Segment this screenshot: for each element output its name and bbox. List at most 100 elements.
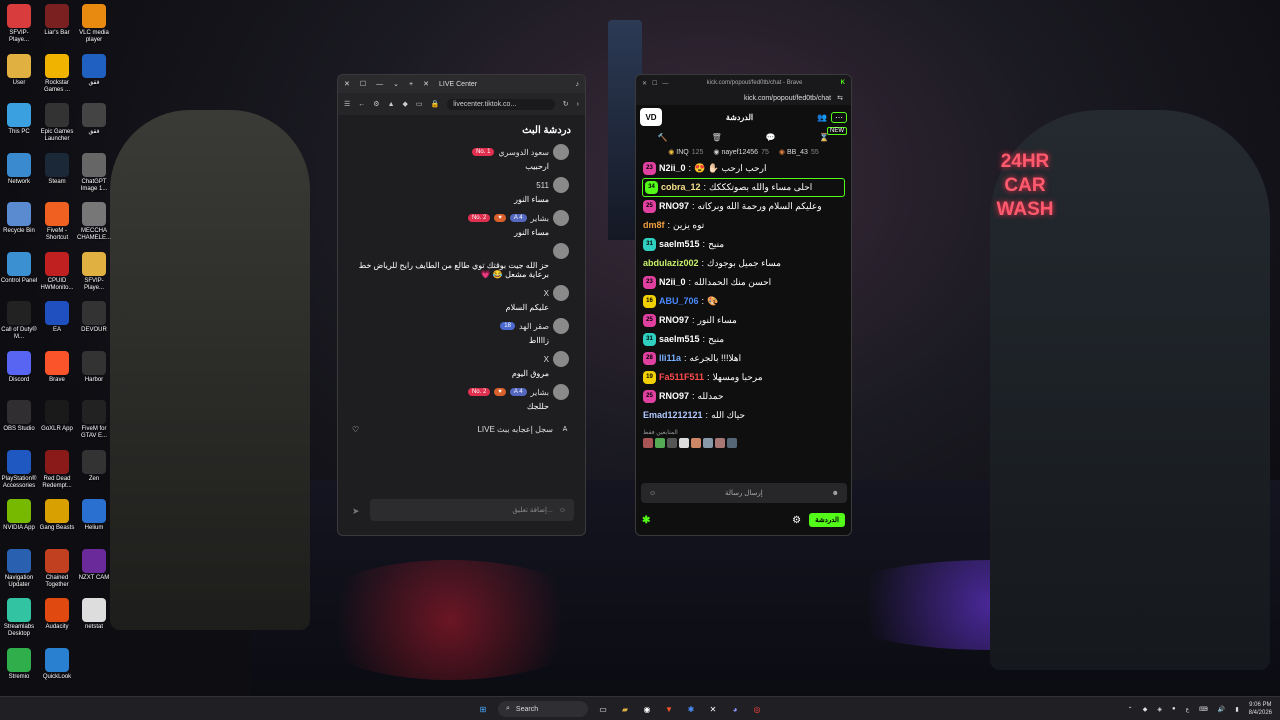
obs-taskbar-icon[interactable]: ◉ — [640, 702, 654, 716]
chat-username[interactable]: بشاير — [531, 214, 549, 223]
desktop-icon[interactable]: Navigation Updater — [0, 548, 38, 589]
avatar[interactable] — [553, 384, 569, 400]
chat-username[interactable]: ABU_706 — [659, 294, 699, 309]
chevron-up-icon[interactable]: ⌃ — [1128, 706, 1133, 713]
desktop-icon[interactable]: Harbor — [75, 350, 113, 384]
gear-icon[interactable]: ⚙ — [792, 515, 801, 526]
chat-username[interactable]: صقر الهد — [519, 322, 549, 331]
hammer-icon[interactable]: 🔨 — [658, 133, 668, 142]
reload-icon[interactable]: ↻ — [563, 100, 569, 108]
goxlr-taskbar-icon[interactable]: ✕ — [706, 702, 720, 716]
desktop-icon[interactable]: VLC media player — [75, 4, 113, 44]
desktop-icon[interactable]: ChatGPT Image 1... — [75, 152, 113, 193]
avatar[interactable] — [553, 243, 569, 259]
desktop-icon[interactable]: SFVIP-Playe... — [0, 4, 38, 44]
brave-taskbar-icon[interactable]: ▼ — [662, 702, 676, 716]
chat-send-button[interactable]: الدردشة — [809, 513, 845, 527]
send-icon[interactable]: ➤ — [352, 506, 360, 517]
desktop-icon[interactable]: ققق — [75, 53, 113, 87]
helium-taskbar-icon[interactable]: ✱ — [684, 702, 698, 716]
desktop-icon[interactable]: EA — [38, 301, 76, 334]
chat-username[interactable]: dm8f — [643, 218, 665, 233]
desktop-icon[interactable]: SFVIP-Playe... — [75, 251, 113, 292]
desktop-icon[interactable]: PlayStation® Accessories — [0, 449, 38, 490]
chat-username[interactable]: بشاير — [531, 388, 549, 397]
desktop-icon[interactable]: DEVOUR — [75, 301, 113, 334]
kick-message-input[interactable]: ☺ إرسال رسالة ☻ — [641, 483, 847, 503]
tiktok-address-bar[interactable]: livecenter.tiktok.co... — [447, 98, 555, 110]
desktop-icon[interactable]: Discord — [0, 350, 38, 384]
menu-icon[interactable]: ☰ — [344, 100, 350, 108]
share-icon[interactable]: ⇆ — [837, 94, 843, 102]
chat-username[interactable]: RNO97 — [659, 313, 689, 328]
desktop-icon[interactable]: ققق — [75, 103, 113, 136]
top-supporter[interactable]: ◉ nayef12456 75 — [713, 148, 768, 156]
chat-username[interactable]: lli11a — [659, 351, 681, 366]
users-icon[interactable]: 👥 — [817, 113, 827, 122]
more-icon[interactable]: ⋯ — [831, 111, 847, 123]
avatar[interactable] — [553, 351, 569, 367]
desktop-icon[interactable]: Brave — [38, 350, 76, 384]
desktop-icon[interactable]: Red Dead Redempt... — [38, 449, 76, 490]
desktop-icon[interactable]: NZXT CAM — [75, 548, 113, 582]
tab-live-center[interactable]: LIVE Center — [439, 81, 477, 88]
tiktok-comment-input[interactable]: إضافة تعليق... ☺ — [370, 499, 574, 521]
screen-icon[interactable]: ▭ — [416, 100, 423, 108]
tray-app-icon[interactable]: ● — [1172, 706, 1176, 712]
extension-icon[interactable]: ◆ — [403, 100, 408, 108]
tab-close-icon[interactable]: ✕ — [423, 80, 429, 88]
desktop-icon[interactable]: Call of Duty® M... — [0, 301, 38, 341]
chat-username[interactable]: 511 — [536, 181, 549, 190]
chat-username[interactable]: abdulaziz002 — [643, 256, 699, 271]
tray-app-icon[interactable]: ◆ — [1143, 706, 1148, 713]
network-icon[interactable]: ⌨ — [1199, 706, 1208, 713]
desktop-icon[interactable]: Epic Games Launcher — [38, 103, 76, 143]
desktop-icon[interactable]: Rockstar Games ... — [38, 53, 76, 94]
avatar[interactable] — [553, 318, 569, 334]
maximize-icon[interactable]: ☐ — [360, 80, 366, 88]
taskbar-search[interactable]: ⌕ Search — [498, 701, 588, 717]
close-icon[interactable]: ✕ — [344, 80, 350, 88]
desktop-icon[interactable]: NVIDIA App — [0, 499, 38, 532]
forward-icon[interactable]: › — [577, 101, 579, 108]
discord-taskbar-icon[interactable]: ◕ — [728, 702, 742, 716]
trash-icon[interactable]: 🗑 — [712, 133, 722, 142]
desktop-icon[interactable]: Liar's Bar — [38, 4, 76, 37]
desktop-icon[interactable]: CPUID HWMonito... — [38, 251, 76, 292]
desktop-icon[interactable]: Helium — [75, 499, 113, 532]
desktop-icon[interactable]: Control Panel — [0, 251, 38, 285]
top-supporter[interactable]: ◉ INQ 125 — [668, 148, 703, 156]
chat-username[interactable]: RNO97 — [659, 199, 689, 214]
emote-icon[interactable]: ☻ — [832, 490, 839, 497]
desktop-icon[interactable]: FiveM for GTAV E... — [75, 400, 113, 440]
desktop-icon[interactable]: Audacity — [38, 598, 76, 631]
desktop-icon[interactable]: Zen — [75, 449, 113, 483]
kick-address[interactable]: kick.com/popout/fed0tb/chat — [744, 95, 831, 102]
chat-username[interactable]: RNO97 — [659, 389, 689, 404]
chat-username[interactable]: Emad1212121 — [643, 408, 703, 423]
avatar[interactable] — [553, 177, 569, 193]
chat-bubble-icon[interactable]: 💬 — [765, 133, 775, 142]
clock[interactable]: 9:06 PM 8/4/2026 — [1249, 701, 1272, 717]
desktop-icon[interactable]: QuickLook — [38, 647, 76, 681]
window-controls[interactable]: ✕ ☐ — — [642, 80, 668, 87]
desktop-icon[interactable]: MECCHA CHAMELE... — [75, 202, 113, 242]
desktop-icon[interactable]: Stremio — [0, 647, 38, 681]
desktop-icon[interactable]: GoXLR App — [38, 400, 76, 433]
desktop-icon[interactable]: FiveM - Shortcut — [38, 202, 76, 242]
avatar[interactable] — [553, 210, 569, 226]
desktop-icon[interactable]: netstat — [75, 598, 113, 631]
settings-icon[interactable]: ⚙ — [373, 100, 379, 108]
file-explorer-icon[interactable]: ▰ — [618, 702, 632, 716]
chat-username[interactable]: saelm515 — [659, 237, 700, 252]
desktop-icon[interactable]: Steam — [38, 152, 76, 186]
volume-icon[interactable]: 🔊 — [1218, 706, 1225, 713]
back-icon[interactable]: ← — [358, 101, 365, 108]
emoji-icon[interactable]: ☺ — [559, 507, 566, 514]
chrome-taskbar-icon[interactable]: ◎ — [750, 702, 764, 716]
chat-username[interactable]: N2ii_0 — [659, 275, 686, 290]
chat-username[interactable]: cobra_12 — [661, 180, 701, 195]
start-icon[interactable]: ⊞ — [476, 702, 490, 716]
desktop-icon[interactable]: User — [0, 53, 38, 87]
avatar[interactable] — [553, 144, 569, 160]
